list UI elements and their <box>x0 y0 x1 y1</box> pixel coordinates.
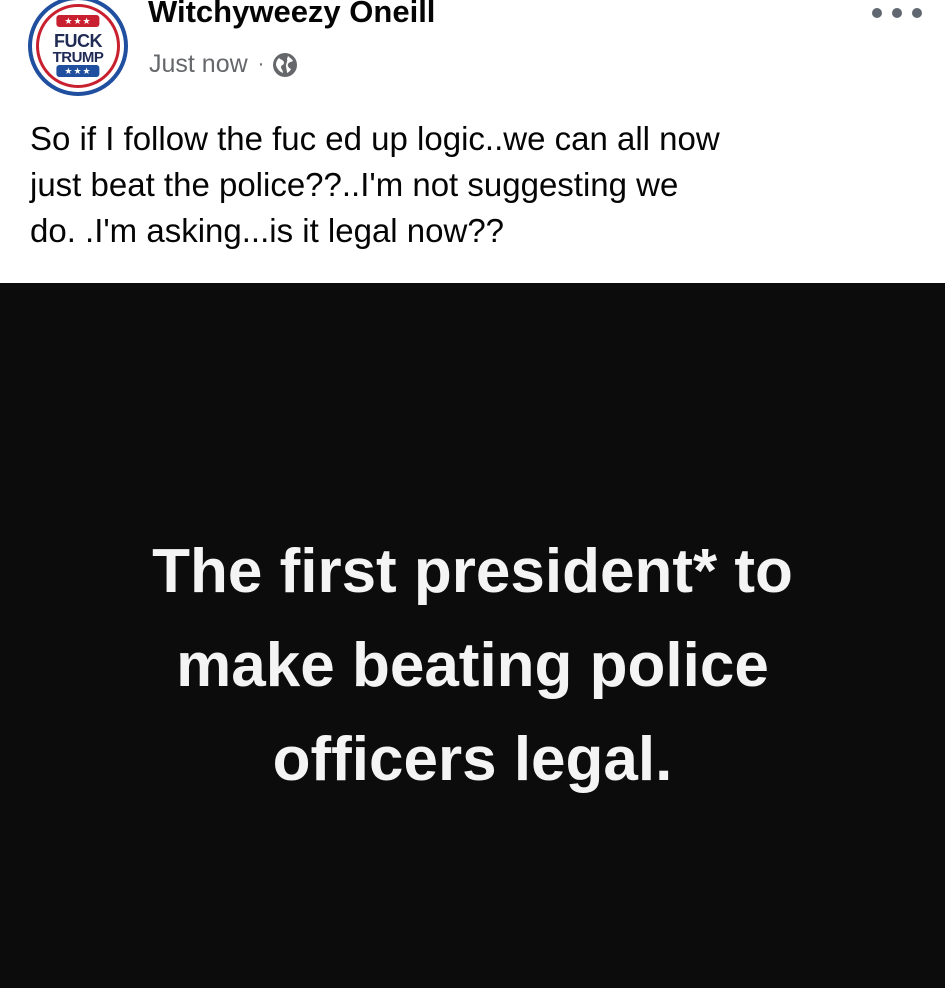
post-text: So if I follow the fuc ed up logic..we c… <box>30 116 920 254</box>
post-text-line: So if I follow the fuc ed up logic..we c… <box>30 120 720 157</box>
meme-text-line: officers legal. <box>272 725 673 794</box>
post-timestamp[interactable]: Just now <box>149 50 248 79</box>
avatar-stars-bottom: ★★★ <box>56 65 100 77</box>
avatar-stars-top: ★★★ <box>56 15 100 27</box>
more-horizontal-icon <box>872 8 882 18</box>
post-header: ★★★ FUCK TRUMP ★★★ Witchyweezy Oneill Ju… <box>0 0 945 110</box>
author-name[interactable]: Witchyweezy Oneill <box>148 0 435 30</box>
avatar[interactable]: ★★★ FUCK TRUMP ★★★ <box>28 0 128 96</box>
post-image[interactable]: The first president* to make beating pol… <box>0 283 945 988</box>
post-text-line: just beat the police??..I'm not suggesti… <box>30 166 679 203</box>
meme-text-line: make beating police <box>176 631 769 700</box>
facebook-post: ★★★ FUCK TRUMP ★★★ Witchyweezy Oneill Ju… <box>0 0 945 988</box>
meme-text: The first president* to make beating pol… <box>0 525 945 807</box>
avatar-text-line2: TRUMP <box>52 49 104 66</box>
more-options-button[interactable] <box>872 2 922 24</box>
avatar-badge: ★★★ FUCK TRUMP ★★★ <box>36 4 120 88</box>
globe-icon[interactable] <box>272 52 298 78</box>
post-text-line: do. .I'm asking...is it legal now?? <box>30 212 505 249</box>
post-meta: Just now · <box>149 50 298 79</box>
meme-text-line: The first president* to <box>152 537 793 606</box>
meta-separator: · <box>257 53 265 75</box>
